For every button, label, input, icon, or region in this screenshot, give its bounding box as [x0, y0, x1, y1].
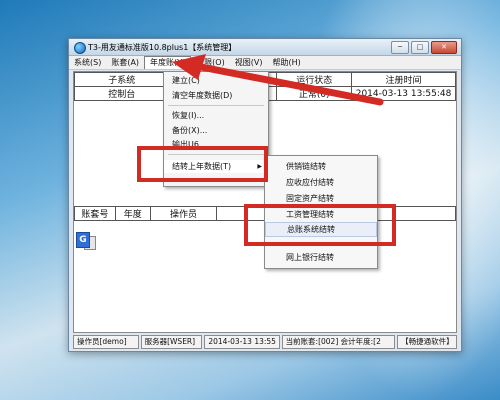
annotation-arrow	[172, 54, 384, 106]
